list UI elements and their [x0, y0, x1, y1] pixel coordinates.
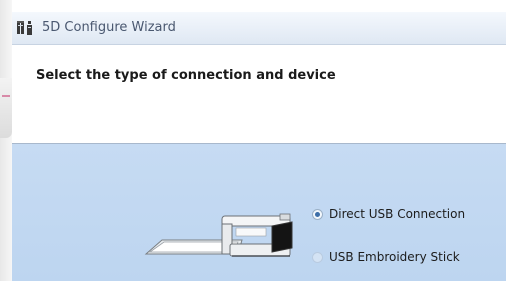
background-tab-shape — [0, 78, 12, 138]
direct-usb-radio[interactable] — [312, 208, 323, 220]
option-usb-stick[interactable]: USB Embroidery Stick — [312, 248, 460, 266]
window-title: 5D Configure Wizard — [42, 20, 176, 35]
connection-panel: Direct USB Connection USB Embroidery Sti… — [12, 144, 506, 281]
wizard-window: 5D Configure Wizard Select the type of c… — [12, 0, 506, 281]
embroidery-machine-image — [144, 213, 293, 257]
background-accent-line — [2, 95, 10, 97]
option-direct-usb[interactable]: Direct USB Connection — [312, 205, 465, 223]
background-app-edge — [0, 0, 12, 281]
wizard-header: Select the type of connection and device — [12, 45, 506, 144]
title-bar[interactable]: 5D Configure Wizard — [12, 12, 506, 45]
usb-stick-radio[interactable] — [312, 251, 323, 263]
direct-usb-label: Direct USB Connection — [329, 207, 466, 221]
page-heading: Select the type of connection and device — [36, 68, 336, 83]
wizard-app-icon — [16, 20, 36, 36]
usb-stick-label: USB Embroidery Stick — [329, 250, 460, 264]
